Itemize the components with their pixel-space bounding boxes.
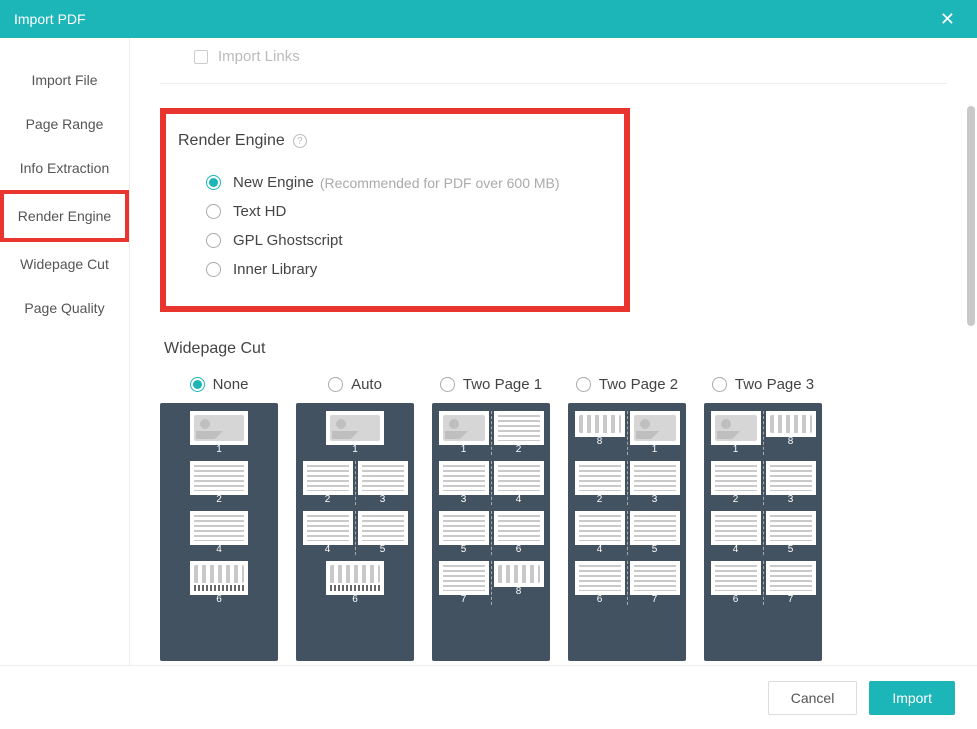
widepage-radio-two-page-3[interactable]: Two Page 3 <box>712 376 814 393</box>
cancel-button[interactable]: Cancel <box>768 681 858 715</box>
radio-icon <box>440 377 455 392</box>
main-panel: Import Links Render Engine ? New Engine … <box>130 38 977 665</box>
import-button[interactable]: Import <box>869 681 955 715</box>
widepage-option-none: None 1 2 4 6 <box>160 376 278 661</box>
render-engine-section: Render Engine ? New Engine (Recommended … <box>160 108 630 312</box>
widepage-option-auto: Auto 1 2 3 4 5 6 <box>296 376 414 661</box>
scrollbar-thumb[interactable] <box>967 106 975 326</box>
radio-icon <box>206 175 221 190</box>
widepage-preview-auto: 1 2 3 4 5 6 <box>296 403 414 661</box>
radio-icon <box>206 262 221 277</box>
widepage-cut-section: Widepage Cut None 1 2 4 6 <box>160 340 947 665</box>
widepage-radio-two-page-2[interactable]: Two Page 2 <box>576 376 678 393</box>
footer: Cancel Import <box>0 665 977 729</box>
widepage-preview-none: 1 2 4 6 <box>160 403 278 661</box>
sidebar-item-info-extraction[interactable]: Info Extraction <box>0 146 129 190</box>
titlebar: Import PDF ✕ <box>0 0 977 38</box>
render-option-text-hd[interactable]: Text HD <box>178 197 606 226</box>
dialog-title: Import PDF <box>14 11 932 27</box>
render-option-inner-library[interactable]: Inner Library <box>178 255 606 284</box>
sidebar-item-page-quality[interactable]: Page Quality <box>0 286 129 330</box>
close-icon[interactable]: ✕ <box>932 5 963 34</box>
radio-icon <box>328 377 343 392</box>
widepage-option-two-page-2: Two Page 2 8 1 2 3 <box>568 376 686 661</box>
widepage-radio-auto[interactable]: Auto <box>328 376 382 393</box>
radio-icon <box>712 377 727 392</box>
import-links-label: Import Links <box>218 48 300 65</box>
scrollbar[interactable] <box>967 38 975 665</box>
widepage-radio-two-page-1[interactable]: Two Page 1 <box>440 376 542 393</box>
render-engine-title: Render Engine ? <box>178 132 606 150</box>
radio-icon <box>576 377 591 392</box>
radio-icon <box>206 204 221 219</box>
radio-icon <box>206 233 221 248</box>
widepage-cut-title: Widepage Cut <box>164 340 947 358</box>
widepage-preview-tp2: 8 1 2 3 4 5 <box>568 403 686 661</box>
sidebar-item-import-file[interactable]: Import File <box>0 58 129 102</box>
previous-section-tail: Import Links <box>160 38 947 84</box>
widepage-preview-tp3: 1 8 2 3 4 5 <box>704 403 822 661</box>
checkbox-icon <box>194 50 208 64</box>
widepage-option-two-page-3: Two Page 3 1 8 2 3 <box>704 376 822 661</box>
widepage-radio-none[interactable]: None <box>190 376 249 393</box>
sidebar-item-page-range[interactable]: Page Range <box>0 102 129 146</box>
render-option-new-engine[interactable]: New Engine (Recommended for PDF over 600… <box>178 168 606 197</box>
import-links-checkbox[interactable]: Import Links <box>194 48 947 65</box>
help-icon[interactable]: ? <box>293 134 307 148</box>
sidebar: Import File Page Range Info Extraction R… <box>0 38 130 665</box>
radio-icon <box>190 377 205 392</box>
render-option-gpl-ghostscript[interactable]: GPL Ghostscript <box>178 226 606 255</box>
sidebar-item-render-engine[interactable]: Render Engine <box>0 190 129 242</box>
widepage-option-two-page-1: Two Page 1 1 2 3 4 <box>432 376 550 661</box>
widepage-preview-tp1: 1 2 3 4 5 6 <box>432 403 550 661</box>
sidebar-item-widepage-cut[interactable]: Widepage Cut <box>0 242 129 286</box>
